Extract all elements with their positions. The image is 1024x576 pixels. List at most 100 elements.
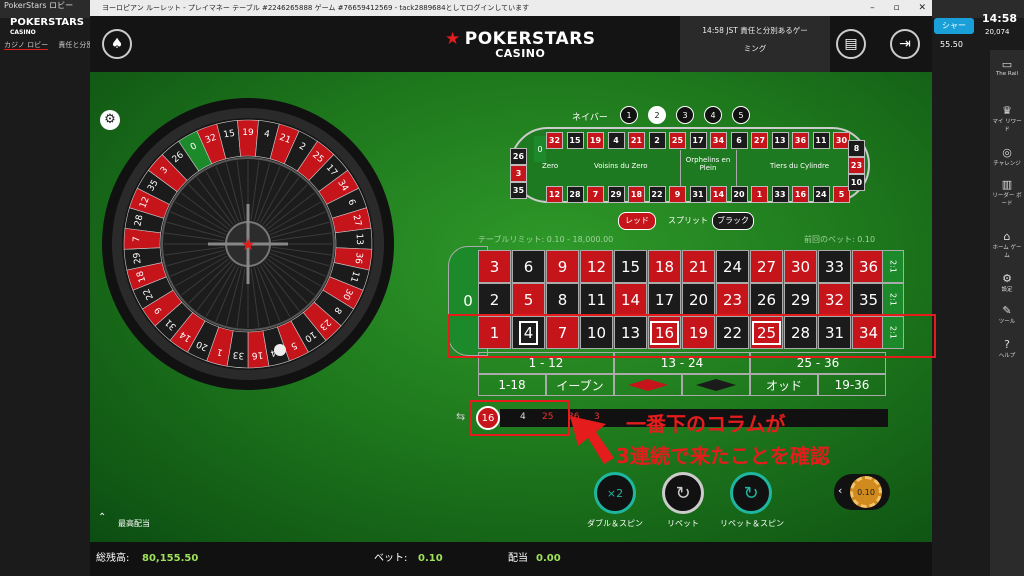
sidebar-item-help[interactable]: ? ヘルプ (990, 338, 1024, 359)
cashier-button[interactable]: ▤ (836, 29, 866, 59)
lobby-share-button[interactable]: シャー (934, 18, 974, 34)
sidebar-item-tools[interactable]: ✎ ツール (990, 304, 1024, 325)
chevron-left-icon[interactable]: ‹ (838, 484, 842, 497)
red-bet-button[interactable]: レッド (618, 212, 656, 230)
sidebar-item-rail[interactable]: ▭ The Rail (990, 58, 1024, 77)
grid-number[interactable]: 29 (784, 283, 817, 316)
grid-number[interactable]: 24 (716, 250, 749, 283)
racetrack-number[interactable]: 9 (669, 186, 686, 203)
maximize-button[interactable]: ▫ (893, 3, 899, 13)
grid-number[interactable]: 23 (716, 283, 749, 316)
section-voisins[interactable]: Voisins du Zero (594, 162, 648, 170)
chip-value[interactable]: 0.10 (850, 476, 882, 508)
racetrack-number[interactable]: 33 (771, 186, 789, 203)
racetrack-number[interactable]: 15 (566, 132, 584, 149)
racetrack-number[interactable]: 25 (669, 132, 686, 149)
even-money-bet[interactable]: オッド (750, 374, 818, 396)
neighbor-option[interactable]: 5 (732, 106, 750, 124)
sidebar-item-rewards[interactable]: ♛ マイ リワード (990, 104, 1024, 133)
sidebar-item-leaderboard[interactable]: ▥ リーダー ボード (990, 178, 1024, 207)
responsible-gaming-banner[interactable]: 14:58 JST 責任と分別あるゲー ミング (680, 16, 830, 72)
racetrack-number[interactable]: 4 (607, 132, 625, 149)
grid-number[interactable]: 30 (784, 250, 817, 283)
grid-number[interactable]: 20 (682, 283, 715, 316)
neighbor-option[interactable]: 4 (704, 106, 722, 124)
grid-number[interactable]: 33 (818, 250, 851, 283)
chevron-up-icon[interactable]: ⌃ (98, 512, 106, 523)
even-money-bet[interactable]: 19-36 (818, 374, 886, 396)
grid-number[interactable]: 26 (750, 283, 783, 316)
black-diamond-bet[interactable] (682, 374, 750, 396)
grid-number[interactable]: 32 (818, 283, 851, 316)
racetrack-number[interactable]: 14 (710, 186, 727, 203)
racetrack-number[interactable]: 19 (587, 132, 604, 149)
racetrack-number[interactable]: 16 (792, 186, 809, 203)
section-zero[interactable]: Zero (542, 162, 558, 170)
repeat-button[interactable]: ↻ (662, 472, 704, 514)
grid-number[interactable]: 15 (614, 250, 647, 283)
racetrack-number[interactable]: 31 (689, 186, 707, 203)
repeat-spin-button[interactable]: ↻ (730, 472, 772, 514)
grid-number[interactable]: 18 (648, 250, 681, 283)
sidebar-item-challenge[interactable]: ◎ チャレンジ (990, 146, 1024, 167)
racetrack-number[interactable]: 36 (792, 132, 809, 149)
racetrack-number[interactable]: 27 (751, 132, 768, 149)
neighbor-option[interactable]: 2 (648, 106, 666, 124)
grid-number[interactable]: 8 (546, 283, 579, 316)
grid-number[interactable]: 11 (580, 283, 613, 316)
racetrack-number[interactable]: 32 (546, 132, 563, 149)
racetrack-number[interactable]: 1 (751, 186, 768, 203)
grid-number[interactable]: 27 (750, 250, 783, 283)
grid-number[interactable]: 9 (546, 250, 579, 283)
grid-number[interactable]: 3 (478, 250, 511, 283)
racetrack-number[interactable]: 26 (510, 148, 527, 165)
racetrack-number[interactable]: 2 (648, 132, 666, 149)
lobby-spade-button[interactable]: ♠ (102, 29, 132, 59)
sidebar-item-settings[interactable]: ⚙ 設定 (990, 272, 1024, 293)
exit-button[interactable]: ⇥ (890, 29, 920, 59)
sidebar-item-home-game[interactable]: ⌂ ホーム ゲーム (990, 230, 1024, 259)
grid-number[interactable]: 35 (852, 283, 885, 316)
racetrack-number[interactable]: 12 (546, 186, 563, 203)
grid-number[interactable]: 2 (478, 283, 511, 316)
column-bet[interactable]: 2:1 (882, 250, 904, 283)
racetrack-number[interactable]: 23 (848, 157, 865, 174)
racetrack-number[interactable]: 17 (689, 132, 707, 149)
history-swap-icon[interactable]: ⇆ (456, 410, 465, 423)
grid-number[interactable]: 36 (852, 250, 885, 283)
racetrack-number[interactable]: 24 (812, 186, 830, 203)
racetrack-number[interactable]: 29 (607, 186, 625, 203)
grid-number[interactable]: 17 (648, 283, 681, 316)
racetrack-number[interactable]: 11 (812, 132, 830, 149)
column-bet[interactable]: 2:1 (882, 283, 904, 316)
red-diamond-bet[interactable] (614, 374, 682, 396)
neighbor-option[interactable]: 1 (620, 106, 638, 124)
minimize-button[interactable]: – (870, 3, 875, 13)
racetrack-number[interactable]: 3 (510, 165, 527, 182)
section-tiers[interactable]: Tiers du Cylindre (770, 162, 829, 170)
racetrack-number[interactable]: 35 (510, 182, 527, 199)
neighbor-option[interactable]: 3 (676, 106, 694, 124)
racetrack-zero[interactable]: 0 (534, 136, 546, 162)
chip-selector[interactable]: ‹ 0.10 (834, 474, 890, 510)
double-spin-button[interactable]: ×2 (594, 472, 636, 514)
grid-number[interactable]: 12 (580, 250, 613, 283)
black-bet-button[interactable]: ブラック (712, 212, 754, 230)
racetrack-number[interactable]: 8 (848, 140, 865, 157)
grid-number[interactable]: 6 (512, 250, 545, 283)
grid-number[interactable]: 5 (512, 283, 545, 316)
max-payout-label[interactable]: 最高配当 (118, 518, 150, 529)
racetrack-number[interactable]: 13 (771, 132, 789, 149)
section-orphelins[interactable]: Orphelins en Plein (684, 156, 732, 172)
racetrack-number[interactable]: 10 (848, 174, 865, 191)
racetrack-number[interactable]: 7 (587, 186, 604, 203)
racetrack-number[interactable]: 20 (730, 186, 748, 203)
even-money-bet[interactable]: イーブン (546, 374, 614, 396)
racetrack-number[interactable]: 22 (648, 186, 666, 203)
grid-number[interactable]: 21 (682, 250, 715, 283)
close-button[interactable]: ✕ (918, 3, 926, 13)
tab-casino-lobby[interactable]: カジノ ロビー (4, 41, 49, 50)
even-money-bet[interactable]: 1-18 (478, 374, 546, 396)
racetrack-number[interactable]: 18 (628, 186, 645, 203)
racetrack-number[interactable]: 21 (628, 132, 645, 149)
